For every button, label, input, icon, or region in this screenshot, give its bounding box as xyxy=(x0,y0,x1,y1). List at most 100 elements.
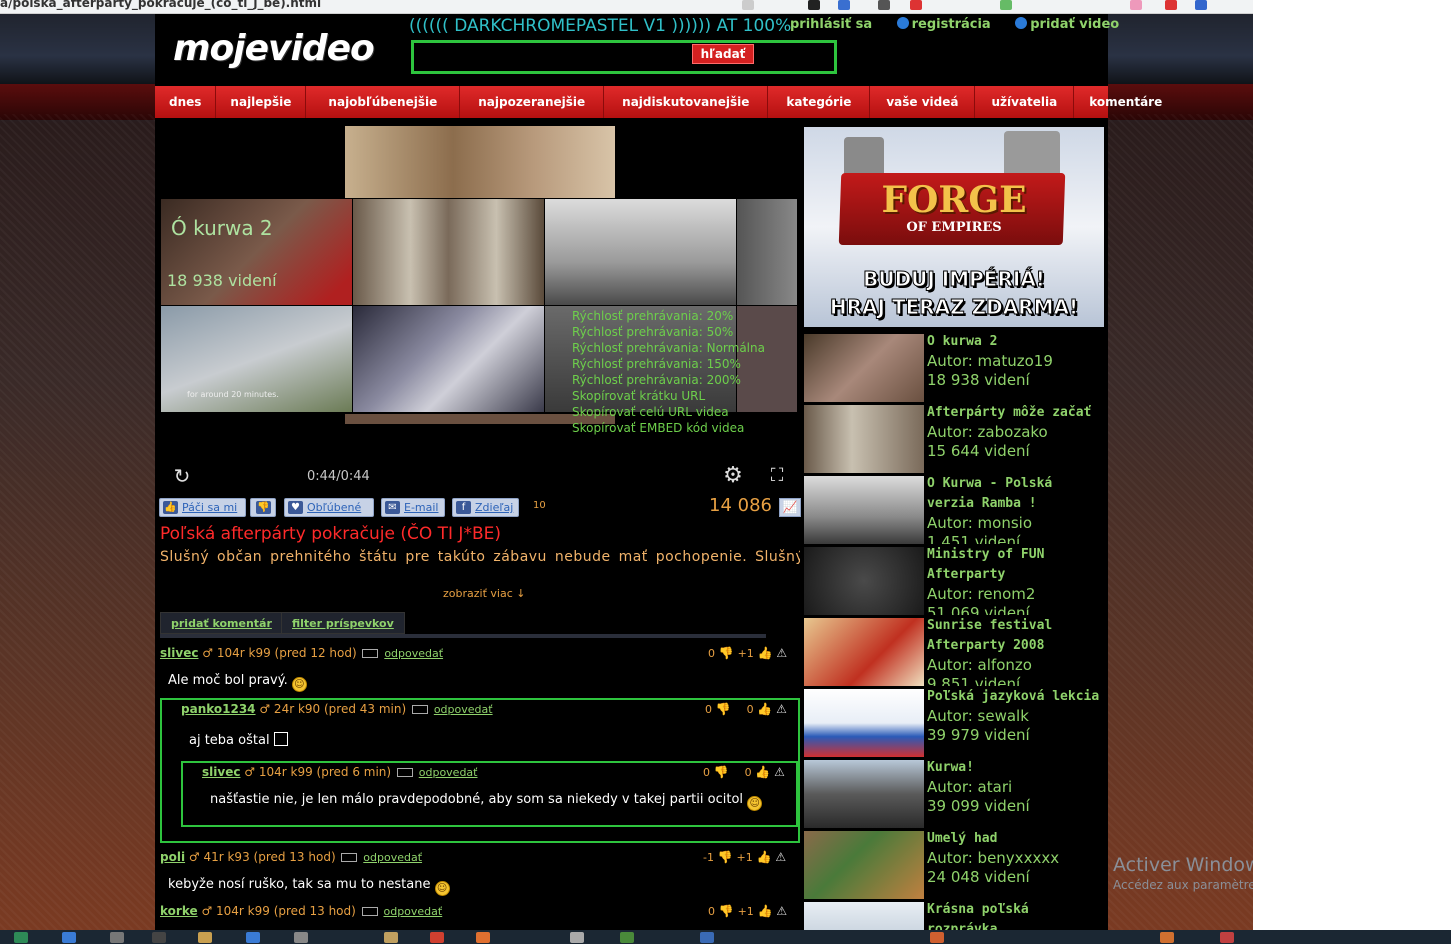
like-button[interactable]: 👍 Páči sa mi xyxy=(159,498,246,517)
related-title[interactable]: Krásna poľská rozprávka xyxy=(927,902,1102,930)
extension-icon[interactable] xyxy=(808,0,820,10)
thumbs-down-icon[interactable]: 👎 xyxy=(714,850,737,864)
related-thumbnail[interactable] xyxy=(804,476,924,544)
related-video[interactable]: Ó kurwa 2 Autor: matuzo19 18 938 videní xyxy=(804,334,1104,402)
thumbs-up-icon[interactable]: 👍 xyxy=(754,646,777,660)
menu-item-speed-150[interactable]: Rýchlosť prehrávania: 150% xyxy=(572,356,765,372)
taskbar-app-icon[interactable] xyxy=(294,932,308,943)
comment-author[interactable]: slivec xyxy=(202,765,240,779)
message-icon[interactable] xyxy=(396,768,413,777)
search-button[interactable]: hľadať xyxy=(692,44,754,64)
start-icon[interactable] xyxy=(14,932,28,943)
taskbar-app-icon[interactable] xyxy=(430,932,444,943)
related-thumbnail[interactable] xyxy=(804,334,924,402)
extension-icon[interactable] xyxy=(838,0,850,10)
thumbs-up-icon[interactable]: 👍 xyxy=(753,850,776,864)
related-video[interactable]: Krásna poľská rozprávka xyxy=(804,902,1104,930)
nav-item-kategorie[interactable]: kategórie xyxy=(768,86,871,118)
dislike-button[interactable]: 👎 xyxy=(250,498,276,517)
thumbs-down-icon[interactable]: 👎 xyxy=(710,765,733,779)
settings-icon[interactable]: ⚙ xyxy=(721,464,745,488)
extension-icon[interactable] xyxy=(1130,0,1142,10)
message-icon[interactable] xyxy=(361,907,378,916)
video-player[interactable]: for around 20 minutes. Ó kurwa 2 18 938 … xyxy=(155,126,803,496)
menu-item-speed-50[interactable]: Rýchlosť prehrávania: 50% xyxy=(572,324,765,340)
email-button[interactable]: ✉ E-mail xyxy=(381,498,445,517)
reply-link[interactable]: odpovedať xyxy=(434,703,493,716)
extension-icon[interactable] xyxy=(742,0,754,10)
site-logo[interactable]: mojevideo xyxy=(173,28,375,69)
menu-item-copy-short-url[interactable]: Skopírovať krátku URL xyxy=(572,388,765,404)
message-icon[interactable] xyxy=(362,649,379,658)
tab-filter-posts[interactable]: filter príspevkov xyxy=(281,612,405,634)
reply-link[interactable]: odpovedať xyxy=(419,766,478,779)
related-video[interactable]: Sunrise festival Afterparty 2008 Autor: a… xyxy=(804,618,1104,686)
thumbs-up-icon[interactable]: 👍 xyxy=(754,702,777,716)
nav-item-najpozeranejsie[interactable]: najpozeranejšie xyxy=(460,86,605,118)
comment-author[interactable]: poli xyxy=(160,850,185,864)
login-link[interactable]: prihlásiť sa xyxy=(790,17,882,32)
share-button[interactable]: f Zdieľaj xyxy=(452,498,519,517)
taskbar-app-icon[interactable] xyxy=(620,932,634,943)
register-link[interactable]: registrácia xyxy=(896,17,1001,32)
reply-link[interactable]: odpovedať xyxy=(363,851,422,864)
taskbar-app-icon[interactable] xyxy=(152,932,166,943)
related-video[interactable]: Kurwa! Autor: atari 39 099 videní xyxy=(804,760,1104,828)
taskbar-app-icon[interactable] xyxy=(930,932,944,943)
related-title[interactable]: Ó Kurwa - Polská verzia Ramba ! xyxy=(927,476,1102,514)
related-thumbnail[interactable] xyxy=(804,902,924,930)
related-thumbnail[interactable] xyxy=(804,547,924,615)
related-thumbnail[interactable] xyxy=(804,760,924,828)
related-title[interactable]: Kurwa! xyxy=(927,760,1102,778)
related-video[interactable]: Poľská jazyková lekcia Autor: sewalk 39 97… xyxy=(804,689,1104,757)
extension-icon[interactable] xyxy=(1195,0,1207,10)
comment-author[interactable]: slivec xyxy=(160,646,198,660)
extension-icon[interactable] xyxy=(910,0,922,10)
taskbar-app-icon[interactable] xyxy=(198,932,212,943)
menu-item-speed-200[interactable]: Rýchlosť prehrávania: 200% xyxy=(572,372,765,388)
related-title[interactable]: Poľská jazyková lekcia xyxy=(927,689,1102,707)
advertisement-banner[interactable]: FORGE OF EMPIRES BUDUJ IMPÉRIÁ! HRAJ TER… xyxy=(804,127,1104,327)
video-thumbnail[interactable]: for around 20 minutes. xyxy=(161,306,352,412)
taskbar-app-icon[interactable] xyxy=(1220,932,1234,943)
nav-item-komentare[interactable]: komentáre xyxy=(1074,86,1177,118)
video-thumbnail[interactable] xyxy=(353,306,544,412)
nav-item-uzivatelia[interactable]: užívatelia xyxy=(975,86,1075,118)
thumbs-down-icon[interactable]: 👎 xyxy=(712,702,735,716)
taskbar-app-icon[interactable] xyxy=(384,932,398,943)
taskbar-app-icon[interactable] xyxy=(570,932,584,943)
report-icon[interactable]: ⚠ xyxy=(776,646,787,660)
taskbar-app-icon[interactable] xyxy=(700,932,714,943)
menu-item-speed-normal[interactable]: Rýchlosť prehrávania: Normálna xyxy=(572,340,765,356)
add-video-link[interactable]: pridať video xyxy=(1015,17,1129,32)
thumbs-down-icon[interactable]: 👎 xyxy=(715,904,738,918)
report-icon[interactable]: ⚠ xyxy=(774,765,785,779)
nav-item-vase-videa[interactable]: vaše videá xyxy=(870,86,976,118)
taskbar-app-icon[interactable] xyxy=(246,932,260,943)
related-thumbnail[interactable] xyxy=(804,831,924,899)
reply-link[interactable]: odpovedať xyxy=(383,905,442,918)
fullscreen-icon[interactable]: ⛶ xyxy=(765,464,789,488)
related-thumbnail[interactable] xyxy=(804,618,924,686)
related-thumbnail[interactable] xyxy=(804,689,924,757)
related-video[interactable]: Umelý had Autor: benyxxxxx 24 048 videní xyxy=(804,831,1104,899)
related-title[interactable]: Ó kurwa 2 xyxy=(927,334,1102,352)
extension-icon[interactable] xyxy=(1000,0,1012,10)
reply-link[interactable]: odpovedať xyxy=(384,647,443,660)
video-thumbnail[interactable] xyxy=(345,126,615,198)
message-icon[interactable] xyxy=(412,705,428,714)
show-more-link[interactable]: zobraziť viac ↓ xyxy=(443,587,525,600)
tab-add-comment[interactable]: pridať komentár xyxy=(160,612,283,634)
address-bar-url[interactable]: a/polska_afterparty_pokracuje_(co_ti_j_b… xyxy=(0,0,321,10)
thumbs-down-icon[interactable]: 👎 xyxy=(715,646,738,660)
related-thumbnail[interactable] xyxy=(804,405,924,473)
nav-item-najlepsie[interactable]: najlepšie xyxy=(216,86,307,118)
video-thumbnail[interactable] xyxy=(737,199,797,305)
message-icon[interactable] xyxy=(341,853,358,862)
thumbs-up-icon[interactable]: 👍 xyxy=(754,904,777,918)
extension-icon[interactable] xyxy=(1165,0,1177,10)
menu-item-copy-embed[interactable]: Skopírovať EMBED kód videa xyxy=(572,420,765,436)
related-title[interactable]: Umelý had xyxy=(927,831,1102,849)
nav-item-dnes[interactable]: dnes xyxy=(155,86,217,118)
taskbar-app-icon[interactable] xyxy=(1160,932,1174,943)
